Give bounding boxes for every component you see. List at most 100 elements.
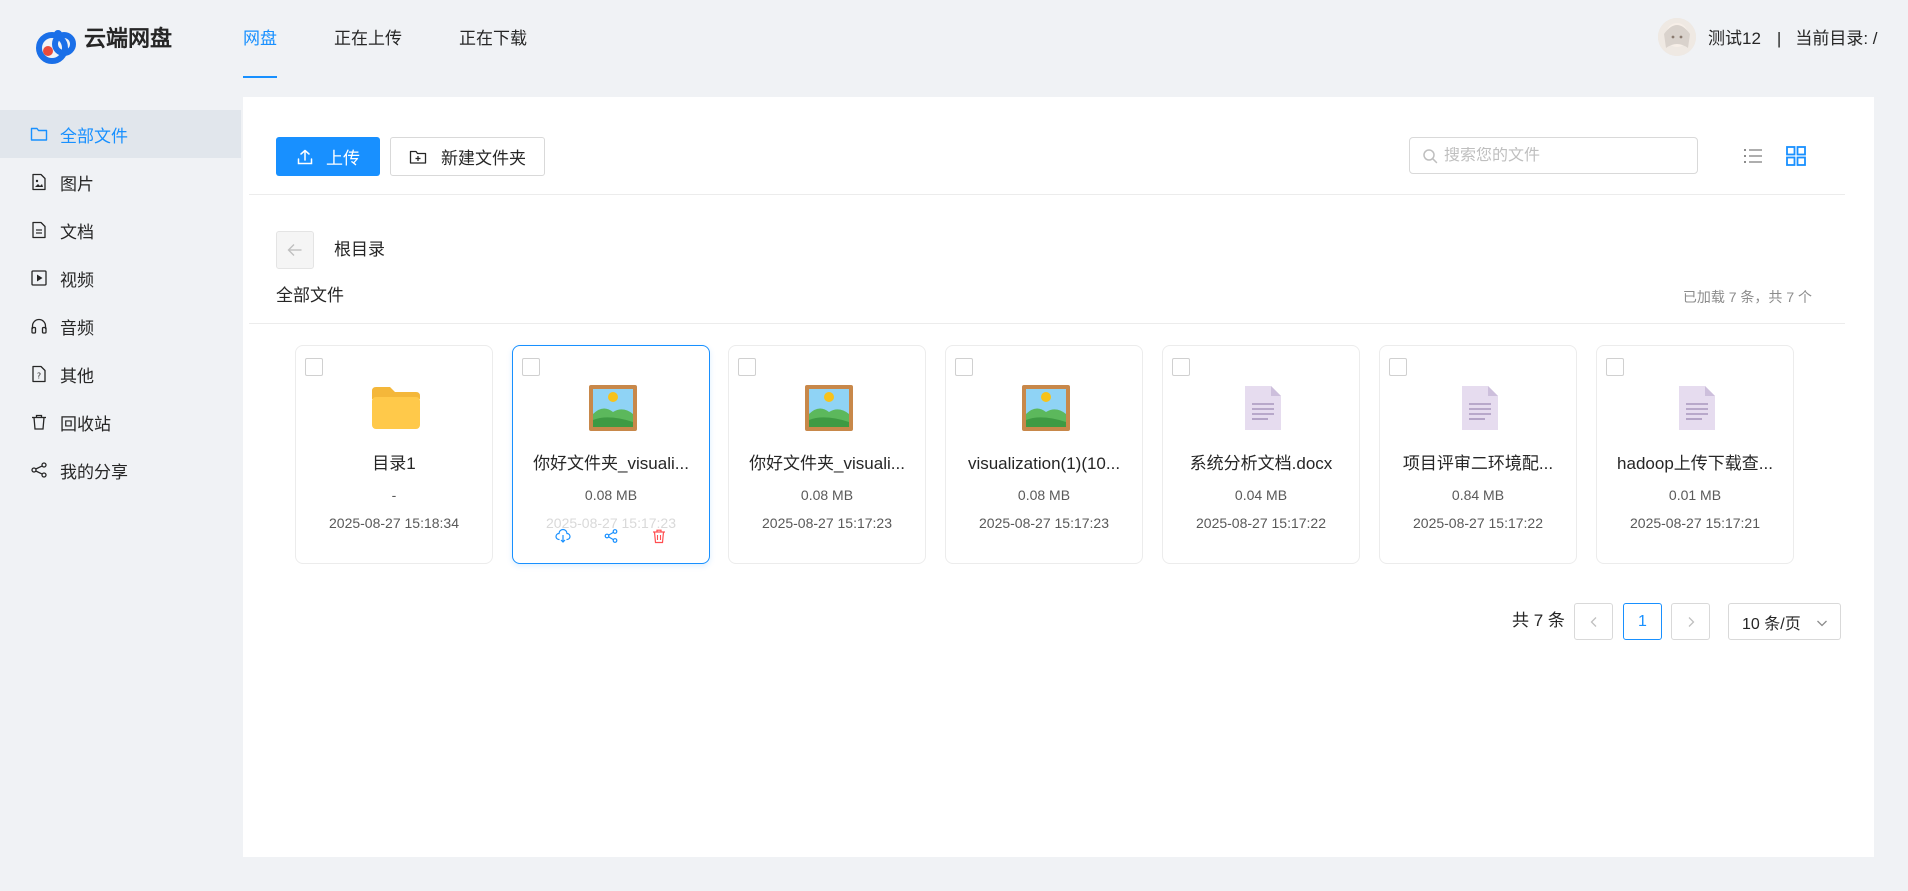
file-date: 2025-08-27 15:17:21	[1630, 515, 1760, 531]
file-card[interactable]: hadoop上传下载查... 0.01 MB 2025-08-27 15:17:…	[1596, 345, 1794, 564]
file-card[interactable]: 项目评审二环境配... 0.84 MB 2025-08-27 15:17:22	[1379, 345, 1577, 564]
image-thumbnail-icon	[803, 382, 855, 434]
file-size: 0.08 MB	[800, 487, 854, 503]
upload-button[interactable]: 上传	[276, 137, 380, 176]
sidebar-item-label: 文档	[60, 222, 94, 242]
image-thumbnail-icon	[1020, 382, 1072, 434]
image-thumbnail-icon	[587, 382, 639, 434]
section-divider	[249, 323, 1845, 324]
file-name: 系统分析文档.docx	[1189, 454, 1333, 473]
sidebar-item-label: 其他	[60, 366, 94, 386]
video-icon	[30, 269, 48, 287]
document-file-icon	[1454, 382, 1506, 434]
file-card[interactable]: 你好文件夹_visuali... 0.08 MB 2025-08-27 15:1…	[512, 345, 710, 564]
search-input[interactable]	[1444, 146, 1684, 165]
top-header: 云端网盘 网盘 正在上传 正在下载 测试12 | 当前目录: /	[0, 0, 1908, 80]
headphones-icon	[30, 317, 48, 335]
file-size: -	[391, 487, 397, 503]
tab-netdisk[interactable]: 网盘	[243, 26, 277, 52]
file-name: 项目评审二环境配...	[1402, 454, 1554, 473]
sidebar-item-my-shares[interactable]: 我的分享	[0, 446, 241, 494]
file-checkbox[interactable]	[522, 358, 540, 376]
sidebar-item-label: 全部文件	[60, 126, 128, 146]
page-size-select[interactable]: 10 条/页	[1728, 603, 1841, 640]
file-checkbox[interactable]	[1606, 358, 1624, 376]
sidebar-item-audio[interactable]: 音频	[0, 302, 241, 350]
chevron-left-icon	[1590, 616, 1596, 627]
share-icon	[30, 461, 48, 479]
sidebar-item-other[interactable]: ? 其他	[0, 350, 241, 398]
file-name: 目录1	[372, 454, 416, 473]
document-file-icon	[1237, 382, 1289, 434]
file-date: 2025-08-27 15:17:22	[1196, 515, 1326, 531]
file-name: hadoop上传下载查...	[1617, 454, 1773, 473]
svg-text:?: ?	[37, 372, 41, 381]
back-button[interactable]	[276, 231, 314, 269]
sidebar-item-all-files[interactable]: 全部文件	[0, 110, 241, 158]
chevron-down-icon	[1817, 620, 1827, 627]
file-card[interactable]: 目录1 - 2025-08-27 15:18:34	[295, 345, 493, 564]
page-number-button[interactable]: 1	[1623, 603, 1662, 640]
new-folder-button[interactable]: 新建文件夹	[390, 137, 545, 176]
search-box	[1409, 137, 1698, 174]
sidebar-item-label: 图片	[60, 174, 94, 194]
delete-icon[interactable]	[651, 528, 667, 544]
loaded-count: 已加载 7 条，共 7 个	[1682, 289, 1812, 305]
file-date: 2025-08-27 15:17:22	[1413, 515, 1543, 531]
section-title: 全部文件	[276, 286, 344, 305]
file-size: 0.08 MB	[584, 487, 638, 503]
header-separator: |	[1776, 29, 1782, 48]
page-size-value: 10 条/页	[1742, 615, 1801, 633]
sidebar-item-label: 视频	[60, 270, 94, 290]
sidebar-item-label: 回收站	[60, 414, 111, 434]
file-card[interactable]: visualization(1)(10... 0.08 MB 2025-08-2…	[945, 345, 1143, 564]
folder-icon	[370, 382, 422, 434]
chevron-right-icon	[1688, 616, 1694, 627]
user-info: 测试12 | 当前目录: /	[1708, 27, 1878, 51]
upload-button-label: 上传	[326, 149, 360, 168]
sidebar-item-recycle-bin[interactable]: 回收站	[0, 398, 241, 446]
app-title: 云端网盘	[84, 26, 173, 51]
document-icon	[30, 221, 48, 239]
sidebar-item-videos[interactable]: 视频	[0, 254, 241, 302]
sidebar-item-images[interactable]: 图片	[0, 158, 241, 206]
sidebar-item-documents[interactable]: 文档	[0, 206, 241, 254]
next-page-button[interactable]	[1671, 603, 1710, 640]
file-size: 0.84 MB	[1451, 487, 1505, 503]
file-card[interactable]: 系统分析文档.docx 0.04 MB 2025-08-27 15:17:22	[1162, 345, 1360, 564]
file-name: 你好文件夹_visuali...	[533, 454, 689, 473]
file-name: visualization(1)(10...	[967, 454, 1121, 473]
tab-downloading[interactable]: 正在下载	[459, 26, 527, 52]
upload-icon	[297, 149, 313, 164]
file-date: 2025-08-27 15:17:23	[762, 515, 892, 531]
new-folder-button-label: 新建文件夹	[441, 149, 526, 168]
user-name: 测试12	[1708, 29, 1761, 48]
share-icon[interactable]	[603, 528, 619, 544]
grid-view-icon[interactable]	[1784, 144, 1808, 168]
file-checkbox[interactable]	[1172, 358, 1190, 376]
file-size: 0.01 MB	[1668, 487, 1722, 503]
arrow-left-icon	[287, 244, 302, 256]
tab-uploading[interactable]: 正在上传	[334, 26, 402, 52]
list-view-icon[interactable]	[1741, 144, 1765, 168]
file-checkbox[interactable]	[1389, 358, 1407, 376]
file-date: 2025-08-27 15:18:34	[329, 515, 459, 531]
file-checkbox[interactable]	[955, 358, 973, 376]
avatar[interactable]	[1658, 18, 1696, 56]
prev-page-button[interactable]	[1574, 603, 1613, 640]
folder-icon	[30, 125, 48, 143]
trash-icon	[30, 413, 48, 431]
logo-icon	[30, 18, 78, 66]
breadcrumb[interactable]: 根目录	[334, 238, 385, 262]
file-card[interactable]: 你好文件夹_visuali... 0.08 MB 2025-08-27 15:1…	[728, 345, 926, 564]
sidebar-item-label: 音频	[60, 318, 94, 338]
file-date: 2025-08-27 15:17:23	[979, 515, 1109, 531]
file-checkbox[interactable]	[738, 358, 756, 376]
file-size: 0.04 MB	[1234, 487, 1288, 503]
download-icon[interactable]	[555, 528, 571, 544]
sidebar: 全部文件 图片 文档 视频 音频 ? 其他 回收站 我的分享	[0, 110, 241, 494]
unknown-file-icon: ?	[30, 365, 48, 383]
file-size: 0.08 MB	[1017, 487, 1071, 503]
file-checkbox[interactable]	[305, 358, 323, 376]
search-icon	[1423, 148, 1438, 163]
